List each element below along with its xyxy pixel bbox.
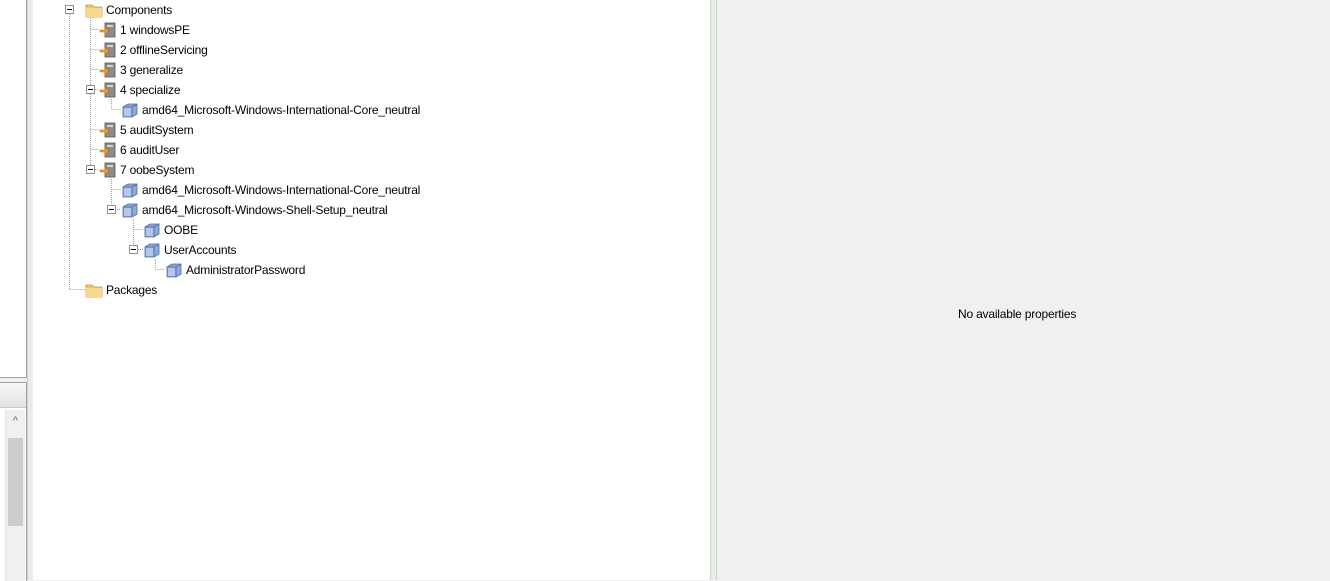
tree-node-generalize[interactable]: 3 generalize (99, 60, 183, 80)
pass-icon (99, 162, 116, 178)
pass-icon (99, 62, 116, 78)
tree-node-label: 4 specialize (120, 83, 181, 97)
tree-node-label: amd64_Microsoft-Windows-Shell-Setup_neut… (142, 203, 388, 217)
component-icon (122, 183, 138, 198)
collapse-oobesystem-icon[interactable] (86, 165, 95, 174)
pass-icon (99, 22, 116, 38)
scroll-up-arrow-icon[interactable]: ^ (6, 410, 25, 432)
collapse-components-icon[interactable] (65, 5, 74, 14)
collapse-useraccounts-icon[interactable] (129, 245, 138, 254)
no-properties-message: No available properties (958, 307, 1077, 321)
tree-node-label: OOBE (164, 223, 198, 237)
tree-node-shell-setup[interactable]: amd64_Microsoft-Windows-Shell-Setup_neut… (121, 200, 388, 220)
folder-icon (85, 4, 103, 18)
component-icon (144, 243, 160, 258)
left-lower-header (0, 383, 26, 408)
pass-icon (99, 142, 116, 158)
tree-node-international-core-specialize[interactable]: amd64_Microsoft-Windows-International-Co… (121, 100, 420, 120)
tree-node-packages[interactable]: Packages (85, 280, 157, 300)
tree-node-specialize[interactable]: 4 specialize (99, 80, 181, 100)
tree-node-international-core-oobe[interactable]: amd64_Microsoft-Windows-International-Co… (121, 180, 420, 200)
tree-node-label: 3 generalize (120, 63, 183, 77)
folder-icon (85, 284, 103, 298)
tree-node-audituser[interactable]: 6 auditUser (99, 140, 179, 160)
pass-icon (99, 42, 116, 58)
tree-node-label: Components (106, 3, 173, 17)
vertical-scrollbar[interactable]: ^ (5, 410, 25, 581)
tree-node-windowspe[interactable]: 1 windowsPE (99, 20, 190, 40)
component-icon (166, 263, 182, 278)
tree-node-useraccounts[interactable]: UserAccounts (143, 240, 236, 260)
pass-icon (99, 122, 116, 138)
component-icon (144, 223, 160, 238)
collapse-shell-setup-icon[interactable] (107, 205, 116, 214)
left-lower-panel: ^ (0, 382, 27, 581)
left-upper-panel (0, 0, 27, 378)
tree-node-components[interactable]: Components (85, 0, 172, 20)
collapse-specialize-icon[interactable] (86, 85, 95, 94)
properties-pane: No available properties (718, 0, 1330, 580)
left-pane: ^ (0, 0, 27, 581)
tree-node-auditsystem[interactable]: 5 auditSystem (99, 120, 194, 140)
tree-node-label: AdministratorPassword (186, 263, 306, 277)
component-icon (122, 203, 138, 218)
scroll-thumb[interactable] (8, 438, 23, 526)
tree-node-label: 2 offlineServicing (120, 43, 208, 57)
tree-node-label: amd64_Microsoft-Windows-International-Co… (142, 103, 421, 117)
tree-node-oobe[interactable]: OOBE (143, 220, 198, 240)
tree-node-administratorpassword[interactable]: AdministratorPassword (165, 260, 305, 280)
tree-node-label: Packages (106, 283, 158, 297)
tree-node-label: amd64_Microsoft-Windows-International-Co… (142, 183, 421, 197)
pass-icon (99, 82, 116, 98)
tree-node-label: 5 auditSystem (120, 123, 194, 137)
tree-node-label: 1 windowsPE (120, 23, 190, 37)
splitter-right[interactable] (710, 0, 717, 580)
tree-node-offlineservicing[interactable]: 2 offlineServicing (99, 40, 208, 60)
tree-node-label: 7 oobeSystem (120, 163, 195, 177)
tree-node-label: UserAccounts (164, 243, 237, 257)
tree-node-label: 6 auditUser (120, 143, 180, 157)
answer-file-tree: Components 1 windowsPE 2 offlineServicin… (33, 0, 710, 580)
tree-node-oobesystem[interactable]: 7 oobeSystem (99, 160, 195, 180)
component-icon (122, 103, 138, 118)
